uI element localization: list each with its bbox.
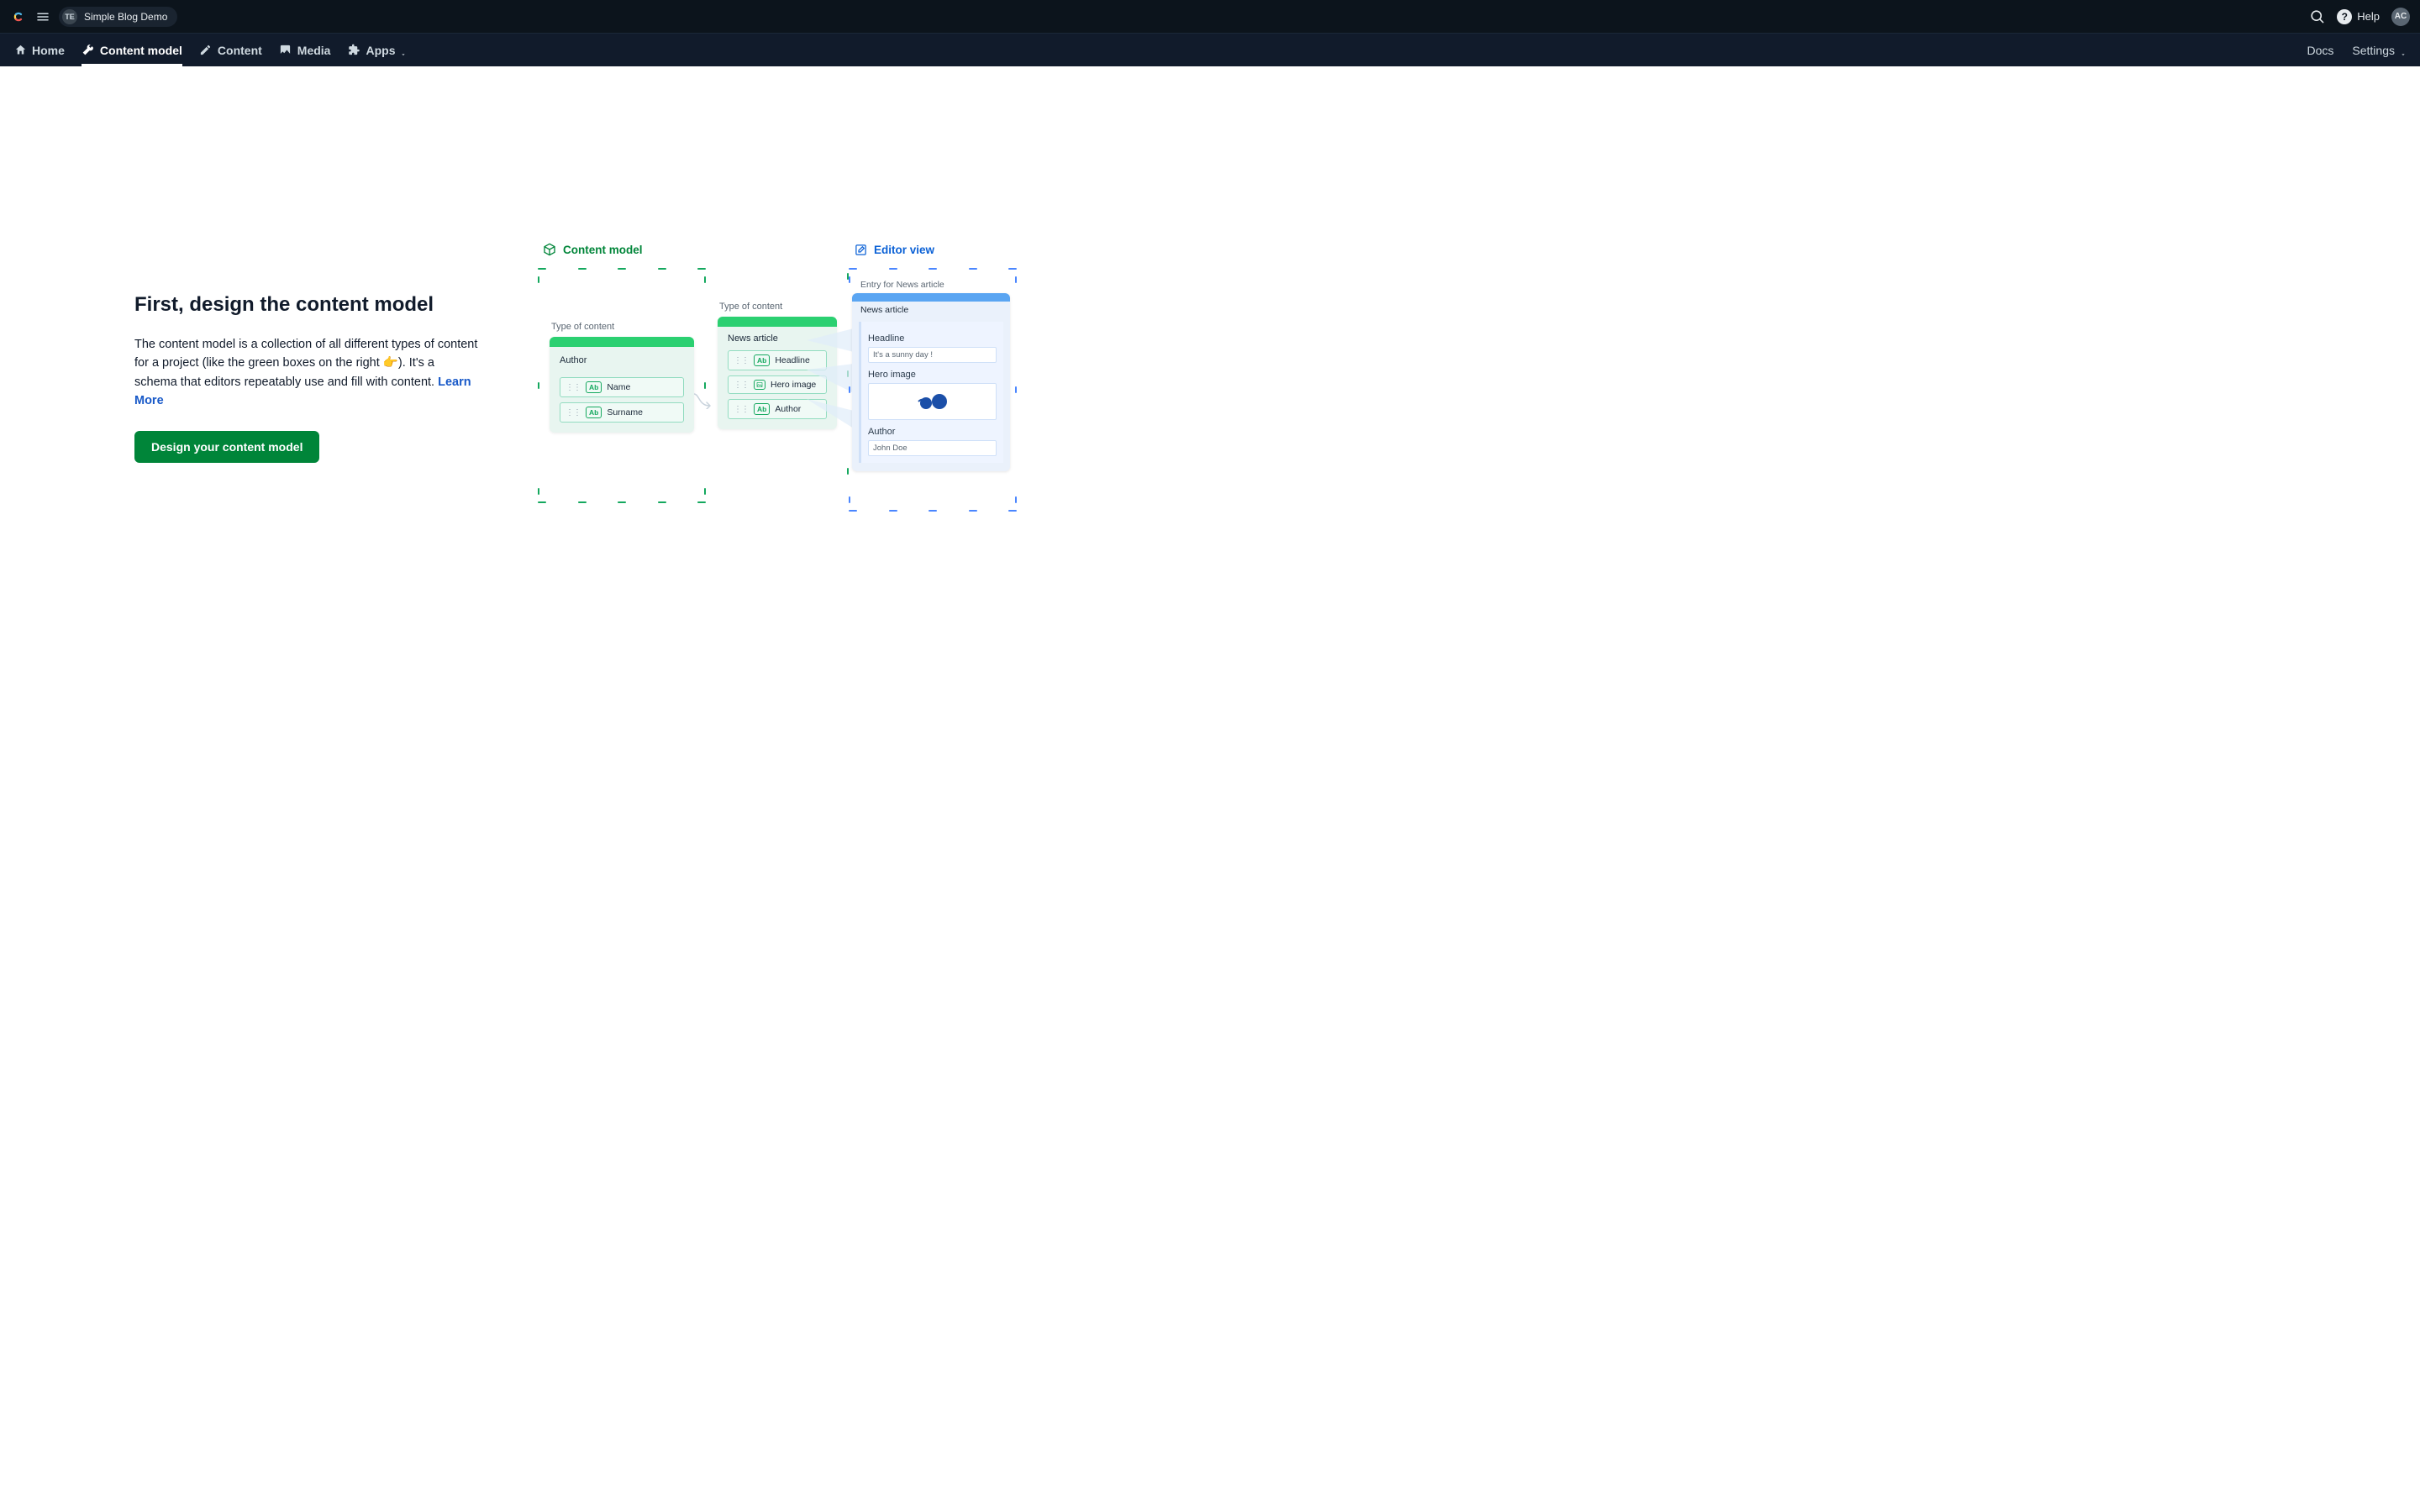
intro-body: The content model is a collection of all… xyxy=(134,335,479,411)
nav-settings-label: Settings xyxy=(2352,44,2395,57)
main-content: First, design the content model The cont… xyxy=(0,66,2420,512)
author-card-wrap: Type of content Author ⋮⋮ Ab Name ⋮⋮ xyxy=(541,322,702,433)
home-icon xyxy=(13,44,27,57)
puzzle-icon xyxy=(347,44,360,57)
topbar-right: ? Help AC xyxy=(2309,8,2410,26)
nav-content-model[interactable]: Content model xyxy=(82,34,182,66)
editor-view-header: Editor view xyxy=(854,243,1017,256)
content-type-card-author: Author ⋮⋮ Ab Name ⋮⋮ Ab Surname xyxy=(550,337,694,433)
content-type-title: Author xyxy=(560,355,684,365)
card-accent-bar xyxy=(718,317,837,327)
editor-field-headline-label: Headline xyxy=(868,333,997,344)
editor-field-hero-preview xyxy=(868,383,997,420)
chevron-down-icon xyxy=(2400,47,2407,54)
hamburger-menu-icon[interactable] xyxy=(35,9,50,24)
field-label: Hero image xyxy=(771,380,816,390)
drag-handle-icon: ⋮⋮ xyxy=(734,381,749,390)
field-row-author: ⋮⋮ Ab Author xyxy=(728,399,827,419)
content-model-col-2: Type of content News article ⋮⋮ Ab Headl… xyxy=(706,243,849,512)
nav-content-label: Content xyxy=(218,44,262,57)
content-model-col-1: Content model Type of content Author ⋮⋮ xyxy=(538,243,706,512)
editor-view-col: Editor view Entry for News article News … xyxy=(849,243,1017,512)
news-card-wrap: Type of content News article ⋮⋮ Ab Headl… xyxy=(709,302,845,429)
cube-icon xyxy=(543,243,556,256)
nav-home-label: Home xyxy=(32,44,65,57)
type-of-content-label: Type of content xyxy=(551,322,702,332)
field-label: Name xyxy=(607,382,630,392)
editor-view-header-label: Editor view xyxy=(874,244,934,256)
nav-docs-label: Docs xyxy=(2307,44,2334,57)
pointing-hand-icon: 👉 xyxy=(383,354,398,372)
content-type-title: News article xyxy=(728,333,827,344)
nav-media[interactable]: Media xyxy=(279,34,331,66)
design-content-model-button[interactable]: Design your content model xyxy=(134,431,319,463)
card-accent-bar xyxy=(852,293,1010,302)
pencil-icon xyxy=(199,44,213,57)
topbar-left: TE Simple Blog Demo xyxy=(10,7,177,27)
content-model-header-label: Content model xyxy=(563,244,643,256)
editor-entry-card: News article Headline It's a sunny day !… xyxy=(852,293,1010,471)
editor-card-wrap: Entry for News article News article Head… xyxy=(852,280,1013,471)
field-label: Surname xyxy=(607,407,643,417)
editor-field-author-label: Author xyxy=(868,427,997,437)
field-row-headline: ⋮⋮ Ab Headline xyxy=(728,350,827,370)
nav-home[interactable]: Home xyxy=(13,34,65,66)
content-model-header: Content model xyxy=(543,243,706,256)
field-row-hero: ⋮⋮ Hero image xyxy=(728,375,827,394)
text-type-chip-icon: Ab xyxy=(586,381,602,393)
field-label: Author xyxy=(775,404,801,414)
image-type-chip-icon xyxy=(754,380,765,390)
dashed-zone-1: Type of content Author ⋮⋮ Ab Name ⋮⋮ xyxy=(538,268,706,503)
illustration-panel: Content model Type of content Author ⋮⋮ xyxy=(538,243,2286,512)
image-icon xyxy=(279,44,292,57)
space-abbr-badge: TE xyxy=(62,9,77,24)
intro-panel: First, design the content model The cont… xyxy=(134,293,487,463)
nav-right: Docs Settings xyxy=(2307,41,2407,60)
field-row-name: ⋮⋮ Ab Name xyxy=(560,377,684,397)
help-icon: ? xyxy=(2337,9,2352,24)
topbar: TE Simple Blog Demo ? Help AC xyxy=(0,0,2420,33)
nav-media-label: Media xyxy=(297,44,331,57)
edit-square-icon xyxy=(854,243,867,256)
help-button[interactable]: ? Help xyxy=(2337,9,2380,24)
space-selector[interactable]: TE Simple Blog Demo xyxy=(59,7,177,27)
editor-field-author-value: John Doe xyxy=(868,440,997,456)
field-row-surname: ⋮⋮ Ab Surname xyxy=(560,402,684,423)
dashed-zone-2: Type of content News article ⋮⋮ Ab Headl… xyxy=(706,265,849,483)
card-accent-bar xyxy=(550,337,694,347)
drag-handle-icon: ⋮⋮ xyxy=(566,383,581,392)
space-name-label: Simple Blog Demo xyxy=(84,11,167,23)
content-type-card-news: News article ⋮⋮ Ab Headline ⋮⋮ xyxy=(718,317,837,429)
drag-handle-icon: ⋮⋮ xyxy=(566,408,581,417)
nav-left: Home Content model Content Media Apps xyxy=(13,34,407,66)
nav-apps[interactable]: Apps xyxy=(347,34,407,66)
nav-settings[interactable]: Settings xyxy=(2352,41,2407,60)
intro-heading: First, design the content model xyxy=(134,293,487,317)
nav-content[interactable]: Content xyxy=(199,34,262,66)
editor-field-hero-label: Hero image xyxy=(868,370,997,380)
field-label: Headline xyxy=(775,355,809,365)
help-label: Help xyxy=(2357,10,2380,23)
nav-content-model-label: Content model xyxy=(100,44,182,57)
entry-for-label: Entry for News article xyxy=(860,280,1013,290)
text-type-chip-icon: Ab xyxy=(586,407,602,418)
nav-apps-label: Apps xyxy=(366,44,395,57)
drag-handle-icon: ⋮⋮ xyxy=(734,356,749,365)
search-icon[interactable] xyxy=(2309,8,2325,24)
wrench-icon xyxy=(82,44,95,57)
text-type-chip-icon: Ab xyxy=(754,403,770,415)
editor-field-headline-value: It's a sunny day ! xyxy=(868,347,997,363)
main-nav: Home Content model Content Media Apps xyxy=(0,33,2420,66)
text-type-chip-icon: Ab xyxy=(754,354,770,366)
drag-handle-icon: ⋮⋮ xyxy=(734,405,749,414)
dashed-zone-editor: Entry for News article News article Head… xyxy=(849,268,1017,512)
contentful-logo-icon[interactable] xyxy=(10,8,27,25)
nav-docs[interactable]: Docs xyxy=(2307,41,2334,60)
type-of-content-label: Type of content xyxy=(719,302,845,312)
sunglasses-icon xyxy=(912,390,954,413)
editor-card-body: Headline It's a sunny day ! Hero image xyxy=(859,322,1003,463)
chevron-down-icon xyxy=(400,47,407,54)
user-avatar[interactable]: AC xyxy=(2391,8,2410,26)
editor-card-title: News article xyxy=(852,302,1010,317)
